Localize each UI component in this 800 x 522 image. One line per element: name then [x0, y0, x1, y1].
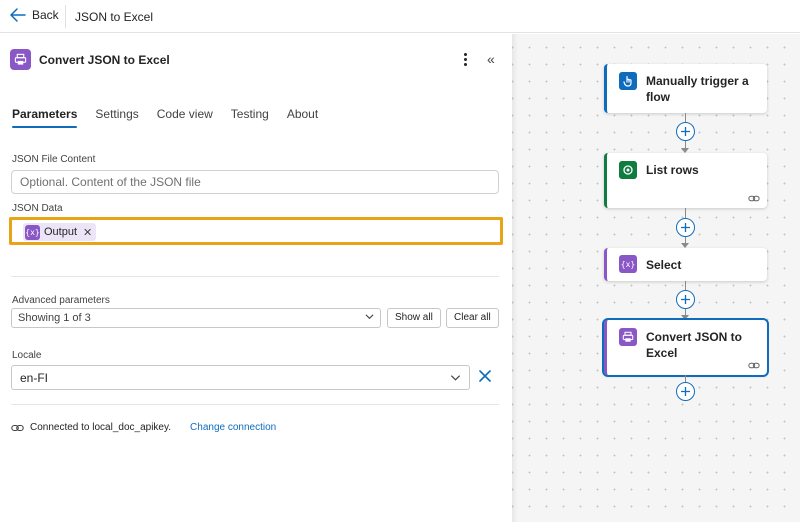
- plus-icon: [681, 295, 690, 304]
- token-label: Output: [44, 226, 78, 238]
- connector-line: [685, 281, 686, 290]
- clear-locale-icon[interactable]: [478, 369, 492, 383]
- flow-card-list-rows[interactable]: List rows: [604, 153, 767, 208]
- tab-parameters[interactable]: Parameters: [12, 107, 78, 128]
- divider: [11, 276, 499, 277]
- add-step-button[interactable]: [676, 290, 695, 309]
- link-icon: [748, 195, 760, 202]
- link-icon: [11, 424, 24, 431]
- dataverse-icon: [619, 161, 637, 179]
- action-details-panel: Convert JSON to Excel « Parameters Setti…: [0, 34, 512, 522]
- variable-icon: {x}: [25, 224, 40, 240]
- back-button[interactable]: Back: [10, 8, 59, 22]
- collapse-panel-icon[interactable]: «: [487, 52, 495, 66]
- connector-line: [685, 208, 686, 218]
- show-all-button[interactable]: Show all: [387, 308, 441, 328]
- card-label: Convert JSON to Excel: [646, 330, 743, 360]
- tab-settings[interactable]: Settings: [95, 107, 138, 128]
- flow-card-convert-json-to-excel[interactable]: Convert JSON to Excel: [602, 318, 769, 377]
- add-step-button[interactable]: [676, 122, 695, 141]
- plus-icon: [681, 127, 690, 136]
- json-data-label: JSON Data: [12, 203, 63, 214]
- card-label: Manually trigger a flow: [646, 74, 749, 104]
- tab-about[interactable]: About: [287, 107, 318, 128]
- connection-text: Connected to local_doc_apikey.: [30, 422, 172, 433]
- panel-title: Convert JSON to Excel: [39, 52, 170, 67]
- advanced-parameters-value: Showing 1 of 3: [18, 312, 91, 324]
- panel-shadow: [512, 34, 518, 522]
- card-label: Select: [646, 258, 682, 272]
- plus-icon: [681, 387, 690, 396]
- change-connection-link[interactable]: Change connection: [190, 422, 276, 433]
- flow-title: JSON to Excel: [75, 10, 154, 24]
- chevron-down-icon: [365, 314, 374, 320]
- flow-card-select[interactable]: {x} Select: [604, 248, 767, 281]
- chevron-down-icon: [450, 375, 461, 381]
- advanced-parameters-label: Advanced parameters: [12, 295, 110, 306]
- output-token[interactable]: {x} Output ✕: [23, 223, 97, 241]
- connector-line: [685, 375, 686, 382]
- arrow-left-icon: [10, 8, 26, 22]
- flow-card-manual-trigger[interactable]: Manually trigger a flow: [604, 64, 767, 113]
- plus-icon: [681, 223, 690, 232]
- printer-icon: [619, 328, 637, 346]
- add-step-button[interactable]: [676, 382, 695, 401]
- add-step-button[interactable]: [676, 218, 695, 237]
- connection-info: Connected to local_doc_apikey. Change co…: [11, 422, 276, 433]
- panel-header: Convert JSON to Excel: [10, 49, 170, 70]
- clear-all-button[interactable]: Clear all: [446, 308, 499, 328]
- tab-code-view[interactable]: Code view: [157, 107, 213, 128]
- tab-testing[interactable]: Testing: [231, 107, 269, 128]
- top-bar: Back JSON to Excel: [0, 0, 800, 33]
- tab-bar: Parameters Settings Code view Testing Ab…: [12, 107, 336, 128]
- advanced-parameters-select[interactable]: Showing 1 of 3: [11, 308, 381, 328]
- variable-icon: {x}: [619, 255, 637, 273]
- locale-value: en-FI: [20, 371, 49, 385]
- divider: [11, 404, 499, 405]
- hand-pointer-icon: [619, 72, 637, 90]
- locale-label: Locale: [12, 350, 42, 361]
- card-label: List rows: [646, 163, 699, 177]
- json-file-content-label: JSON File Content: [12, 154, 96, 165]
- topbar-divider: [65, 5, 66, 28]
- locale-select[interactable]: en-FI: [11, 365, 470, 390]
- json-data-input[interactable]: {x} Output ✕: [9, 217, 503, 245]
- printer-icon: [10, 49, 31, 70]
- more-options-icon[interactable]: [458, 51, 472, 69]
- back-label: Back: [32, 8, 59, 22]
- connector-line: [685, 141, 686, 148]
- remove-token-icon[interactable]: ✕: [83, 226, 92, 239]
- link-icon: [748, 362, 760, 369]
- json-file-content-input[interactable]: Optional. Content of the JSON file: [11, 170, 499, 194]
